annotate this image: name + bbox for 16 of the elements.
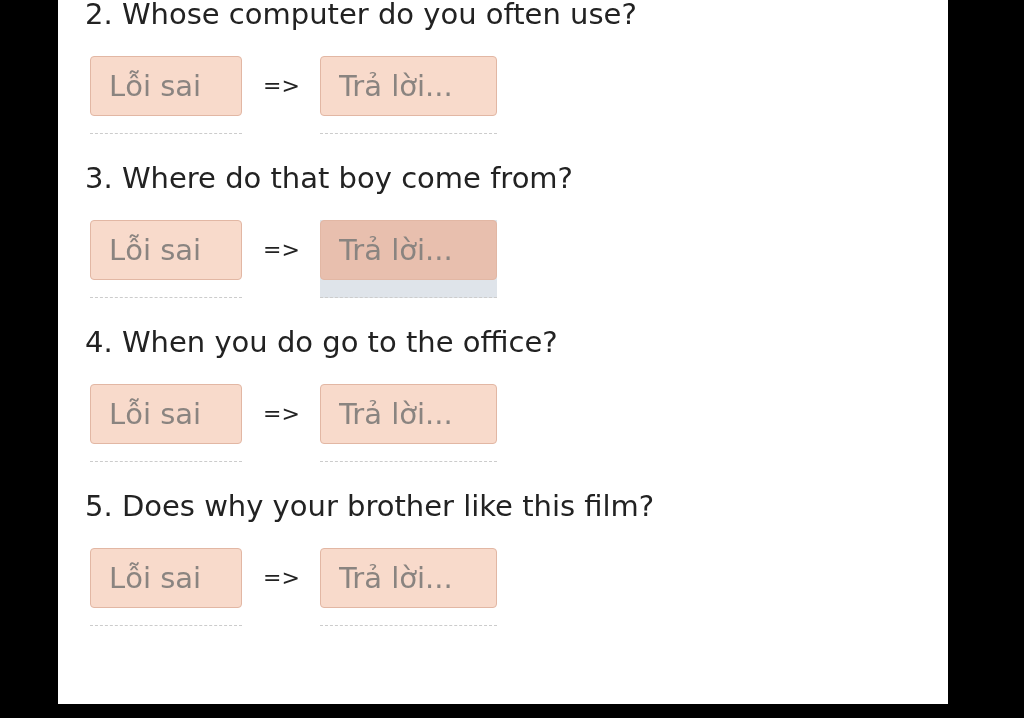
question-text: 5. Does why your brother like this film? bbox=[85, 488, 655, 525]
arrow-text: => bbox=[263, 564, 300, 592]
answer-field[interactable]: Trả lời... bbox=[319, 384, 497, 444]
error-field[interactable]: Lỗi sai bbox=[90, 220, 242, 280]
question-text: 3. Where do that boy come from? bbox=[85, 160, 573, 197]
error-field[interactable]: Lỗi sai bbox=[90, 56, 242, 116]
answer-field[interactable]: Trả lời... bbox=[319, 548, 497, 608]
arrow-text: => bbox=[263, 400, 300, 428]
error-field[interactable]: Lỗi sai bbox=[90, 548, 242, 608]
question-text: 2. Whose computer do you often use? bbox=[85, 0, 637, 33]
arrow-text: => bbox=[263, 72, 300, 100]
error-field[interactable]: Lỗi sai bbox=[90, 384, 242, 444]
answer-field[interactable]: Trả lời... bbox=[319, 220, 497, 280]
arrow-text: => bbox=[263, 236, 300, 264]
answer-field[interactable]: Trả lời... bbox=[319, 56, 497, 116]
question-text: 4. When you do go to the office? bbox=[85, 324, 558, 361]
